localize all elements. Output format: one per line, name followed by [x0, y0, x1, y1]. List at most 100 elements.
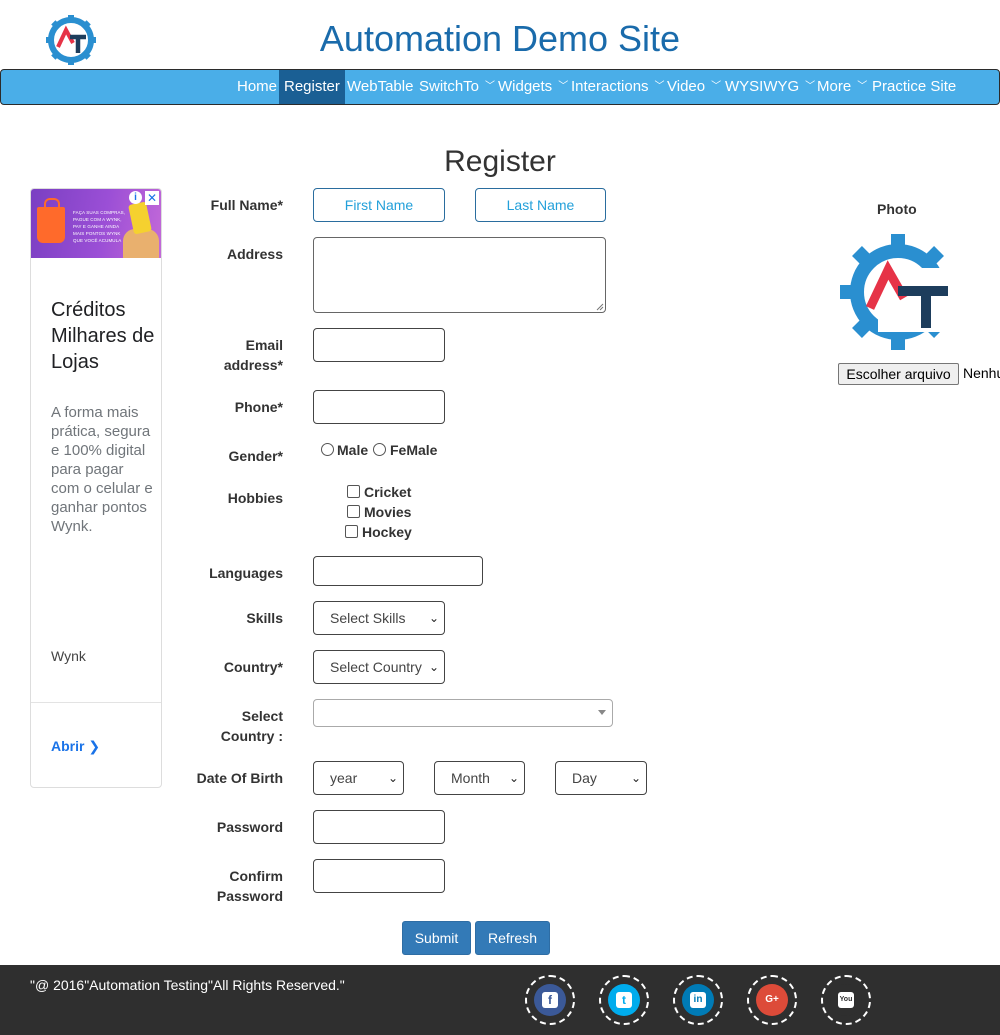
country-select-value: Select Country	[330, 659, 422, 675]
nav-more-label: More	[817, 78, 852, 95]
nav-interactions-label: Interactions	[571, 78, 649, 95]
select-country-label-line2: Country :	[220, 728, 283, 744]
nav-more[interactable]: More ﹀	[814, 70, 870, 104]
footer: "@ 2016"Automation Testing"All Rights Re…	[0, 965, 1000, 1035]
profile-photo-image	[840, 234, 958, 350]
nav-register[interactable]: Register	[279, 70, 345, 104]
dob-month-value: Month	[451, 770, 490, 786]
gender-male-label: Male	[337, 442, 369, 458]
confirm-password-input[interactable]	[313, 859, 445, 893]
youtube-link[interactable]: You	[821, 975, 871, 1025]
country-select[interactable]: Select Country ⌄	[313, 650, 445, 684]
facebook-link[interactable]: f	[525, 975, 575, 1025]
nav-switchto[interactable]: SwitchTo ﹀	[416, 70, 498, 104]
ad-close-icon[interactable]: ✕	[145, 191, 159, 205]
nav-home-label: Home	[237, 78, 278, 95]
nav-widgets-label: Widgets	[498, 78, 553, 95]
chevron-down-icon: ⌄	[424, 651, 439, 683]
nav-video[interactable]: Video ﹀	[664, 70, 724, 104]
ad-info-icon[interactable]: i	[129, 191, 142, 204]
dob-month-select[interactable]: Month ⌄	[434, 761, 525, 795]
ad-body-text: A forma mais prática, segura e 100% digi…	[51, 404, 153, 535]
ad-panel[interactable]: FAÇA SUAS COMPRAS, PAGUE COM A WYNK, PAY…	[30, 188, 162, 788]
file-status-text: Nenhum arquivo escolhido	[963, 365, 1000, 381]
chevron-right-icon: ❯	[88, 738, 101, 754]
facebook-glyph: f	[542, 992, 558, 1008]
skills-select[interactable]: Select Skills ⌄	[313, 601, 445, 635]
nav-practice-site[interactable]: Practice Site	[869, 70, 959, 104]
first-name-input[interactable]: First Name	[313, 188, 445, 222]
hobby-cricket-label: Cricket	[364, 484, 412, 500]
ad-open-label: Abrir	[51, 738, 85, 754]
google-plus-icon: G+	[756, 984, 788, 1016]
nav-switchto-label: SwitchTo	[419, 78, 480, 95]
email-label-line2: address*	[223, 357, 283, 373]
nav-video-label: Video	[667, 78, 706, 95]
skills-select-value: Select Skills	[330, 610, 406, 626]
nav-interactions[interactable]: Interactions ﹀	[568, 70, 668, 104]
nav-widgets[interactable]: Widgets ﹀	[495, 70, 571, 104]
ad-banner-text: FAÇA SUAS COMPRAS, PAGUE COM A WYNK, PAY…	[73, 210, 126, 243]
site-title: Automation Demo Site	[319, 18, 681, 59]
phone-input[interactable]	[313, 390, 445, 424]
linkedin-icon: in	[682, 984, 714, 1016]
linkedin-link[interactable]: in	[673, 975, 723, 1025]
google-plus-glyph: G+	[765, 994, 779, 1005]
select-country-combobox[interactable]	[313, 699, 613, 727]
hobby-movies-label: Movies	[364, 504, 412, 520]
page: Automation Demo Site Home Register WebTa…	[0, 0, 1000, 1035]
chevron-down-icon: ﹀	[485, 81, 496, 92]
ad-banner-image[interactable]: FAÇA SUAS COMPRAS, PAGUE COM A WYNK, PAY…	[31, 189, 161, 258]
google-plus-link[interactable]: G+	[747, 975, 797, 1025]
address-label: Address	[226, 246, 283, 262]
nav-webtable-label: WebTable	[347, 78, 414, 95]
gender-male-radio[interactable]	[321, 443, 334, 456]
full-name-label: Full Name*	[210, 197, 283, 213]
skills-label: Skills	[246, 610, 283, 626]
dob-day-value: Day	[572, 770, 597, 786]
refresh-button[interactable]: Refresh	[475, 921, 550, 955]
address-textarea[interactable]	[313, 237, 606, 313]
dob-year-select[interactable]: year ⌄	[313, 761, 404, 795]
gender-female-radio[interactable]	[373, 443, 386, 456]
choose-file-button[interactable]: Escolher arquivo	[838, 363, 959, 385]
phone-label: Phone*	[234, 399, 283, 415]
ad-divider	[31, 702, 161, 703]
nav-register-label: Register	[284, 78, 340, 95]
hobby-hockey-label: Hockey	[362, 524, 412, 540]
shopping-bag-icon	[37, 198, 65, 243]
nav-practice-site-label: Practice Site	[872, 78, 957, 95]
hobby-movies-checkbox[interactable]	[347, 505, 360, 518]
submit-button[interactable]: Submit	[402, 921, 471, 955]
confirm-password-label: Confirm Password	[217, 866, 283, 906]
nav-home[interactable]: Home	[233, 70, 281, 104]
email-input[interactable]	[313, 328, 445, 362]
last-name-input[interactable]: Last Name	[475, 188, 606, 222]
hobby-cricket-checkbox[interactable]	[347, 485, 360, 498]
chevron-down-icon: ﹀	[857, 81, 868, 92]
caret-down-icon	[598, 710, 606, 715]
dob-day-select[interactable]: Day ⌄	[555, 761, 647, 795]
twitter-link[interactable]: t	[599, 975, 649, 1025]
youtube-glyph: You	[838, 992, 854, 1008]
footer-copyright: "@ 2016"Automation Testing"All Rights Re…	[30, 977, 345, 993]
languages-multiselect[interactable]	[313, 556, 483, 586]
hobby-hockey-checkbox[interactable]	[345, 525, 358, 538]
confirm-password-label-line2: Password	[216, 888, 283, 904]
ad-open-link[interactable]: Abrir ❯	[51, 738, 100, 755]
ad-headline[interactable]: Créditos Milhares de Lojas	[51, 297, 156, 375]
main-navbar: Home Register WebTable SwitchTo ﹀ Widgets…	[0, 69, 1000, 105]
chevron-down-icon: ﹀	[558, 81, 569, 92]
facebook-icon: f	[534, 984, 566, 1016]
confirm-password-label-line1: Confirm	[229, 868, 283, 884]
linkedin-glyph: in	[690, 992, 706, 1008]
nav-wysiwyg[interactable]: WYSIWYG ﹀	[722, 70, 818, 104]
chevron-down-icon: ﹀	[711, 81, 722, 92]
twitter-icon: t	[608, 984, 640, 1016]
youtube-icon: You	[830, 984, 862, 1016]
nav-webtable[interactable]: WebTable	[344, 70, 416, 104]
country-label: Country*	[223, 659, 283, 675]
password-input[interactable]	[313, 810, 445, 844]
resize-handle-icon[interactable]	[596, 303, 604, 311]
chevron-down-icon: ⌄	[428, 611, 439, 625]
